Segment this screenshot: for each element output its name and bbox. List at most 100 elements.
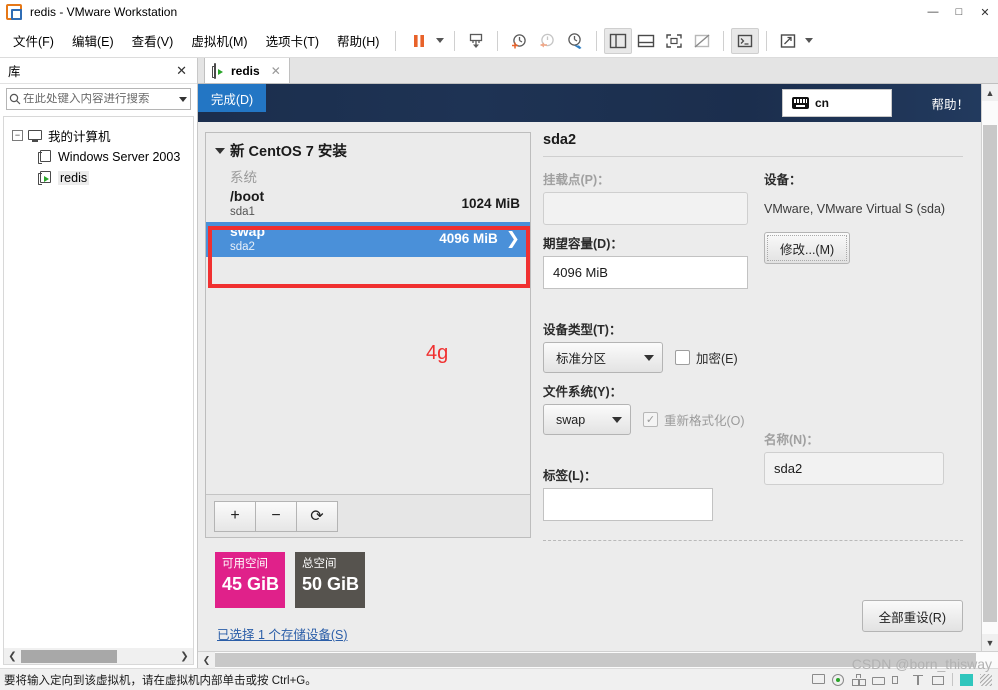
tree-item-windows-server-2003[interactable]: Windows Server 2003 (4, 146, 193, 167)
window-controls: — □ ✕ (920, 0, 998, 24)
scroll-left-icon[interactable]: ❮ (198, 652, 215, 668)
scroll-thumb[interactable] (983, 125, 997, 622)
install-group-header[interactable]: 新 CentOS 7 安装 (206, 133, 530, 164)
scroll-right-icon[interactable]: ❯ (176, 649, 193, 664)
device-label: 设备： (764, 173, 802, 187)
help-button[interactable]: 帮助！ (931, 89, 969, 117)
total-space-box: 总空间 50 GiB (295, 552, 365, 608)
guest-horizontal-scrollbar[interactable]: ❮ (198, 651, 998, 668)
reformat-checkbox[interactable]: ✓ 重新格式化(O) (643, 410, 745, 429)
unity-mode-icon[interactable] (688, 28, 716, 54)
menu-edit[interactable]: 编辑(E) (63, 26, 123, 55)
vm-running-icon (212, 62, 226, 79)
snapshot-settings-icon[interactable] (561, 28, 589, 54)
partition-column: 新 CentOS 7 安装 系统 /boot sda1 1024 MiB swa… (198, 122, 531, 651)
snapshot-manager-icon[interactable] (505, 28, 533, 54)
title-bar: redis - VMware Workstation — □ ✕ (0, 0, 998, 24)
toolbar-divider (395, 30, 397, 51)
tab-redis[interactable]: redis ✕ (204, 57, 290, 83)
power-dropdown-caret[interactable] (433, 28, 447, 54)
vm-status-icon[interactable] (960, 673, 973, 686)
usb-controller-icon[interactable] (912, 674, 925, 686)
scroll-down-icon[interactable]: ▼ (982, 634, 998, 651)
name-input[interactable] (764, 452, 944, 485)
expander-icon[interactable]: − (12, 130, 23, 141)
sound-card-icon[interactable] (892, 674, 905, 686)
vmware-workstation-window: redis - VMware Workstation — □ ✕ 文件(F) 编… (0, 0, 998, 690)
menu-help[interactable]: 帮助(H) (328, 26, 388, 55)
scroll-up-icon[interactable]: ▲ (982, 84, 998, 101)
partition-row-swap[interactable]: swap sda2 4096 MiB ❯ (206, 222, 530, 257)
scroll-track[interactable] (982, 101, 998, 634)
minimize-button[interactable]: — (920, 0, 946, 24)
chevron-down-icon[interactable] (177, 97, 190, 102)
console-view-icon[interactable] (731, 27, 760, 54)
cd-dvd-icon[interactable] (832, 673, 845, 686)
detail-grid: 挂载点(P)： 期望容量(D)： 设备类型(T)： (543, 169, 963, 521)
done-button[interactable]: 完成(D) (198, 84, 266, 112)
library-search[interactable] (6, 88, 191, 110)
refresh-partitions-button[interactable]: ⟳ (296, 500, 338, 532)
encrypt-checkbox[interactable]: 加密(E) (675, 348, 738, 367)
snapshot-revert-icon[interactable] (533, 28, 561, 54)
desired-capacity-input[interactable] (543, 256, 748, 289)
file-system-select[interactable]: swap (543, 404, 631, 435)
menu-view[interactable]: 查看(V) (123, 26, 183, 55)
resize-grip-icon[interactable] (980, 673, 992, 686)
maximize-button[interactable]: □ (946, 0, 972, 24)
guest-vertical-scrollbar[interactable]: ▲ ▼ (981, 84, 998, 651)
tree-item-redis[interactable]: redis (4, 167, 193, 188)
window-title: redis - VMware Workstation (30, 5, 178, 19)
toolbar-divider (596, 30, 598, 51)
partition-row-boot[interactable]: /boot sda1 1024 MiB (206, 187, 530, 222)
show-library-icon[interactable] (604, 27, 633, 54)
close-button[interactable]: ✕ (972, 0, 998, 24)
network-adapter-icon[interactable] (852, 673, 866, 686)
guest-screen[interactable]: 完成(D) cn 帮助！ 新 CentOS 7 安装 系统 /boot sda1… (198, 84, 981, 651)
fullscreen-icon[interactable] (660, 28, 688, 54)
chevron-down-icon (612, 416, 622, 423)
close-icon[interactable]: ✕ (172, 63, 191, 79)
partition-toolbar: + − ⟳ (206, 494, 530, 537)
device-type-select[interactable]: 标准分区 (543, 342, 663, 373)
menu-bar: 文件(F) 编辑(E) 查看(V) 虚拟机(M) 选项卡(T) 帮助(H) (0, 24, 998, 58)
total-space-label: 总空间 (302, 558, 337, 570)
remove-partition-button[interactable]: − (255, 500, 297, 532)
printer-icon[interactable] (872, 674, 885, 686)
tree-item-my-computer[interactable]: − 我的计算机 (4, 125, 193, 146)
install-group-label: 新 CentOS 7 安装 (230, 144, 347, 160)
library-panel: 库 ✕ − 我的计算机 (0, 58, 198, 668)
library-horizontal-scrollbar[interactable]: ❮ ❯ (3, 648, 194, 665)
scroll-thumb[interactable] (21, 649, 118, 663)
stretch-view-icon[interactable] (774, 28, 802, 54)
partition-scroll-area[interactable]: 新 CentOS 7 安装 系统 /boot sda1 1024 MiB swa… (206, 133, 530, 494)
tab-close-icon[interactable]: ✕ (269, 64, 283, 78)
scroll-thumb[interactable] (215, 653, 976, 667)
chevron-down-icon[interactable] (215, 147, 225, 154)
show-thumbnail-bar-icon[interactable] (632, 28, 660, 54)
toolbar (405, 27, 816, 54)
menu-file[interactable]: 文件(F) (4, 26, 63, 55)
display-icon[interactable] (932, 674, 945, 686)
selected-storage-devices-link[interactable]: 已选择 1 个存储设备(S) (217, 624, 531, 643)
search-input[interactable] (22, 93, 177, 105)
library-tree: − 我的计算机 Windows Server 2003 redis (3, 116, 194, 648)
scroll-track[interactable] (21, 648, 176, 664)
mount-point-input[interactable] (543, 192, 748, 225)
hard-disk-icon[interactable] (812, 673, 825, 686)
partition-detail-panel: sda2 挂载点(P)： 期望容量(D)： 4096 MiB 设备类型(T)： … (531, 122, 981, 651)
partition-device: sda2 (230, 241, 255, 253)
modify-device-button[interactable]: 修改...(M) (764, 232, 851, 264)
snapshot-take-icon[interactable] (462, 28, 490, 54)
keyboard-layout-indicator[interactable]: cn (782, 89, 892, 117)
stretch-dropdown-caret[interactable] (802, 28, 816, 54)
menu-vm[interactable]: 虚拟机(M) (182, 26, 256, 55)
suspend-icon[interactable] (405, 28, 433, 54)
label-input[interactable] (543, 488, 713, 521)
scroll-left-icon[interactable]: ❮ (4, 649, 21, 664)
add-partition-button[interactable]: + (214, 500, 256, 532)
menu-tabs[interactable]: 选项卡(T) (257, 26, 328, 55)
reset-all-button[interactable]: 全部重设(R) (861, 600, 963, 632)
scroll-track[interactable] (215, 652, 998, 668)
encrypt-label: 加密(E) (696, 352, 738, 366)
